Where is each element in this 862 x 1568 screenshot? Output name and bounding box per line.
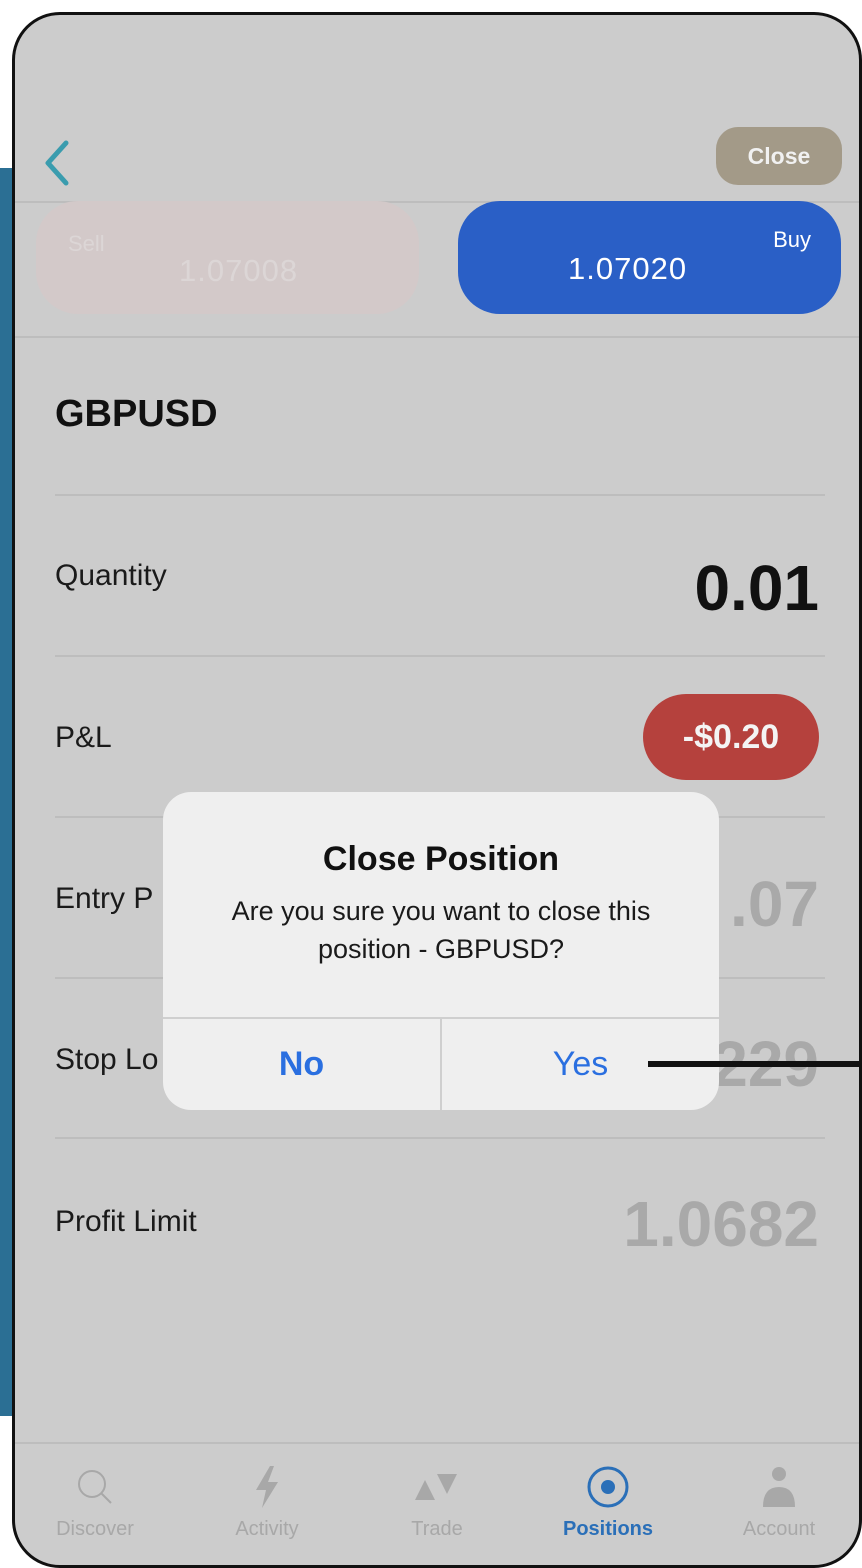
tab-trade[interactable]: Trade [357,1444,517,1565]
profit-limit-label: Profit Limit [55,1205,197,1238]
sell-label: Sell [68,231,105,256]
tab-label: Activity [235,1518,299,1540]
chevron-left-icon [45,140,69,186]
back-button[interactable] [37,131,77,195]
pl-value-badge: -$0.20 [643,694,819,780]
profit-limit-value: 1.0682 [623,1188,819,1260]
quantity-label: Quantity [55,559,167,592]
person-icon [759,1462,799,1512]
dialog-message: Are you sure you want to close this posi… [231,896,651,964]
trade-arrows-icon [415,1462,459,1512]
phone-screen: Close Sell 1.07008 Buy 1.07020 GBPUSD Qu… [12,12,862,1568]
tab-activity[interactable]: Activity [187,1444,347,1565]
entry-price-value: .07 [730,868,819,940]
sell-price: 1.07008 [179,253,299,288]
divider [55,655,825,657]
entry-price-label: Entry P [55,882,154,915]
bottom-tab-bar: Discover Activity Trade Positions Accoun… [15,1442,859,1565]
target-icon [586,1462,630,1512]
tab-discover[interactable]: Discover [15,1444,175,1565]
divider [55,494,825,496]
tab-label: Discover [56,1518,134,1540]
close-position-dialog: Close Position Are you sure you want to … [163,792,719,1110]
tab-label: Positions [562,1518,653,1540]
tab-account[interactable]: Account [699,1444,859,1565]
buy-button[interactable]: Buy 1.07020 [458,201,841,314]
search-icon [75,1462,115,1512]
annotation-pointer-line [648,1061,862,1067]
dialog-title: Close Position [322,840,560,878]
lightning-icon [252,1462,282,1512]
divider [15,336,859,338]
tab-label: Trade [411,1518,463,1540]
no-button[interactable]: No [163,1019,440,1110]
tab-label: Account [742,1518,816,1540]
pl-label: P&L [55,721,112,754]
close-position-button[interactable]: Close [716,127,842,185]
symbol-title: GBPUSD [55,393,218,435]
quantity-value: 0.01 [694,552,819,624]
divider [55,1137,825,1139]
sell-button[interactable]: Sell 1.07008 [36,201,419,314]
buy-label: Buy [773,227,811,252]
buy-price: 1.07020 [568,251,688,286]
stop-loss-label: Stop Lo [55,1043,159,1076]
left-edge-strip [0,168,12,1416]
tab-positions[interactable]: Positions [528,1444,688,1565]
